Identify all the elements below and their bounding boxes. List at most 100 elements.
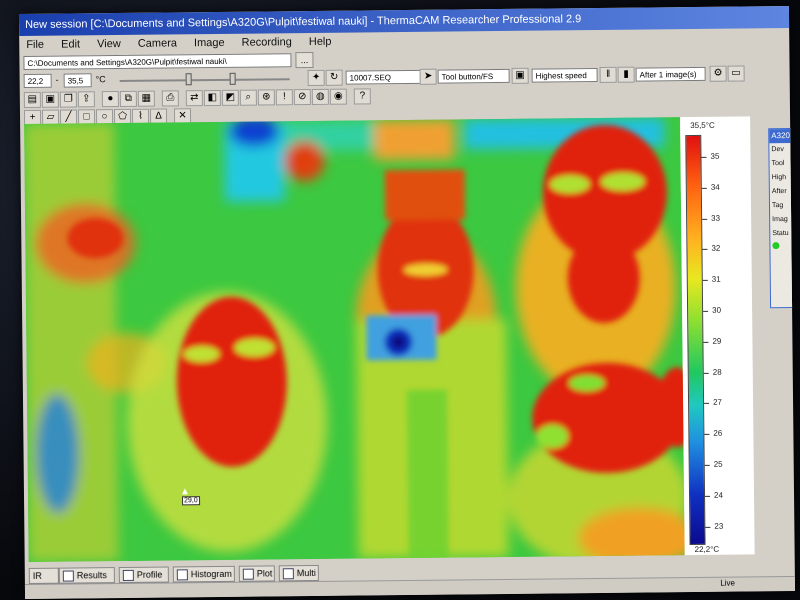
scale-tick-label: 28: [712, 367, 722, 377]
scale-tick-label: 25: [713, 459, 723, 469]
scale-tick-label: 29: [712, 336, 722, 346]
range-max-field[interactable]: 35,5: [63, 73, 92, 88]
range-slider-min-thumb[interactable]: [185, 73, 192, 86]
tab-profile[interactable]: Profile: [118, 566, 169, 584]
help-icon[interactable]: ?: [353, 88, 371, 105]
scale-tick-mark: [702, 280, 708, 282]
menu-camera[interactable]: Camera: [131, 34, 184, 53]
sequence-file-field[interactable]: 10007.SEQ: [345, 69, 424, 85]
profile-icon: [122, 570, 134, 582]
scale-tick-mark: [703, 341, 709, 343]
camera-settings-icon[interactable]: ⚙: [709, 65, 727, 82]
palette-icon[interactable]: ◧: [203, 89, 221, 107]
scale-tick-mark: [702, 218, 708, 220]
scale-tick-label: 33: [711, 213, 721, 223]
menu-file[interactable]: File: [19, 36, 51, 54]
auto-adjust-icon[interactable]: ✦: [307, 69, 325, 87]
multi-icon: [282, 568, 294, 580]
scale-tick-label: 27: [713, 398, 723, 408]
range-slider-track: [119, 78, 290, 82]
scale-tick-label: 31: [711, 274, 721, 284]
trigger-icon[interactable]: ➤: [419, 68, 437, 85]
mouse-cursor-icon: ▲: [179, 486, 190, 498]
export-icon[interactable]: ⇪: [77, 91, 95, 108]
monitor-icon[interactable]: ▭: [727, 65, 745, 82]
tab-multi[interactable]: Multi: [278, 564, 319, 582]
scale-tick-mark: [701, 187, 707, 189]
browse-button[interactable]: ...: [295, 51, 314, 69]
tab-histogram-label: Histogram: [190, 568, 232, 580]
scale-tick-label: 24: [713, 490, 723, 500]
application-window: New session [C:\Documents and Settings\A…: [18, 5, 796, 600]
save-image-icon[interactable]: ▣: [41, 91, 59, 108]
menu-help[interactable]: Help: [302, 33, 339, 51]
stop-condition-field[interactable]: After 1 image(s): [635, 66, 706, 82]
scale-tick-mark: [701, 156, 707, 158]
tab-multi-label: Multi: [296, 567, 316, 579]
results-icon: [62, 570, 74, 582]
copy-icon[interactable]: ❐: [59, 91, 77, 108]
rotate-icon[interactable]: ↻: [325, 69, 343, 86]
color-scale-bar: [685, 134, 706, 546]
range-slider-max-thumb[interactable]: [229, 72, 236, 85]
menu-view[interactable]: View: [90, 35, 128, 53]
filter-icon[interactable]: ◍: [311, 88, 329, 105]
scale-tick-mark: [704, 464, 710, 466]
scale-tick-mark: [705, 526, 711, 528]
range-min-field[interactable]: 22,2: [23, 73, 52, 89]
cursor-temperature-readout: 29,0: [182, 496, 200, 506]
scale-tick-mark: [702, 249, 708, 251]
scale-tick-label: 35: [710, 151, 720, 161]
scale-min-label: 22,2°C: [694, 544, 720, 555]
tab-plot-label: Plot: [256, 568, 273, 579]
alarm-icon[interactable]: !: [275, 89, 293, 106]
scale-tick-mark: [703, 372, 709, 374]
menu-recording[interactable]: Recording: [235, 33, 299, 52]
tab-results-label: Results: [76, 570, 107, 581]
tab-ir-label: IR: [32, 570, 42, 581]
thermal-image-graphic: [24, 117, 685, 562]
sequence-icon[interactable]: ⧉: [119, 90, 137, 107]
stop-icon[interactable]: ⊘: [293, 88, 311, 106]
menu-image[interactable]: Image: [187, 34, 232, 52]
histogram-icon: [176, 569, 188, 581]
scale-tick-label: 23: [714, 521, 724, 531]
thermal-image[interactable]: 29,0 ▲: [24, 117, 685, 562]
trigger-mode-field[interactable]: Tool button/FS: [437, 68, 510, 84]
stop-after-icon[interactable]: ▮: [617, 66, 635, 83]
range-separator: -: [55, 74, 59, 85]
calibrate-icon[interactable]: ◉: [329, 88, 347, 105]
tab-plot[interactable]: Plot: [238, 565, 275, 582]
range-unit: °C: [95, 74, 106, 85]
image-list-icon[interactable]: ▦: [137, 90, 155, 107]
temperature-scale: 35,5°C 35 34 33 32 31 30 29 28 27 26 25 24 23 22,2°C: [680, 116, 755, 556]
menu-edit[interactable]: Edit: [54, 35, 87, 53]
scale-tick-label: 34: [710, 182, 720, 192]
plot-icon: [242, 568, 254, 580]
status-live-label: Live: [720, 578, 736, 588]
open-icon[interactable]: ▤: [23, 91, 41, 109]
scale-tick-label: 30: [712, 305, 722, 315]
isotherm-icon[interactable]: ◩: [221, 89, 239, 106]
record-icon[interactable]: ●: [101, 91, 119, 108]
tab-ir[interactable]: IR: [28, 567, 59, 584]
tab-histogram[interactable]: Histogram: [172, 565, 235, 583]
panel-status-indicator: [770, 241, 795, 255]
scale-max-label: 35,5°C: [690, 120, 715, 131]
scale-tick-mark: [704, 434, 710, 436]
save-icon[interactable]: ▣: [511, 67, 529, 84]
speed-field[interactable]: Highest speed: [531, 67, 598, 83]
tab-results[interactable]: Results: [58, 567, 115, 584]
scale-tick-mark: [704, 403, 710, 405]
scale-tick-mark: [705, 495, 711, 497]
pause-icon[interactable]: ‖: [599, 66, 617, 83]
scale-tick-mark: [703, 310, 709, 312]
tab-profile-label: Profile: [136, 569, 163, 580]
scale-tick-label: 32: [711, 244, 721, 254]
path-field[interactable]: C:\Documents and Settings\A320G\Pulpit\f…: [23, 53, 292, 71]
scale-tick-label: 26: [713, 428, 723, 438]
zoom-icon[interactable]: ⌕: [239, 89, 257, 106]
focus-icon[interactable]: ⊛: [257, 89, 275, 106]
play-icon[interactable]: ⇄: [185, 90, 203, 107]
print-icon[interactable]: ⎙: [161, 90, 179, 107]
